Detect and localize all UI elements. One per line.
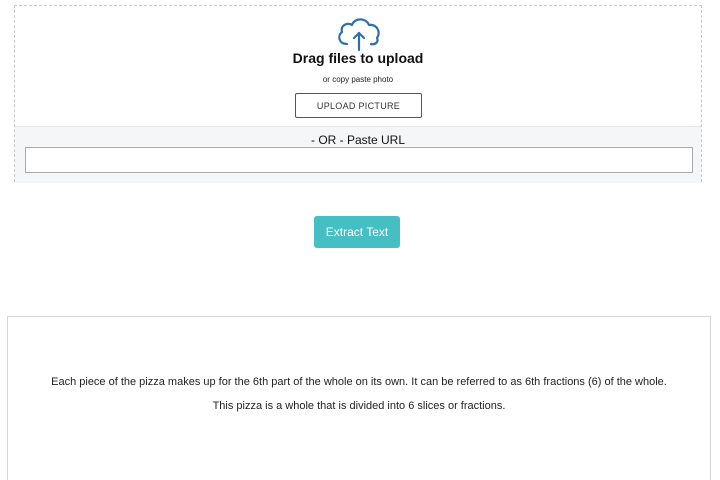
upload-dropzone[interactable]: Drag files to upload or copy paste photo… bbox=[14, 5, 702, 183]
paste-url-label: - OR - Paste URL bbox=[310, 133, 406, 147]
dropzone-subtitle: or copy paste photo bbox=[322, 75, 394, 84]
page: Drag files to upload or copy paste photo… bbox=[0, 0, 720, 480]
url-input[interactable] bbox=[25, 147, 693, 173]
cloud-upload-icon bbox=[338, 18, 380, 52]
dropzone-title: Drag files to upload bbox=[292, 50, 424, 66]
upload-picture-button[interactable]: UPLOAD PICTURE bbox=[295, 93, 422, 118]
result-text-line: Each piece of the pizza makes up for the… bbox=[51, 376, 667, 388]
result-output-box: Each piece of the pizza makes up for the… bbox=[7, 316, 711, 480]
paste-url-section: - OR - Paste URL bbox=[15, 126, 701, 183]
result-text-line: This pizza is a whole that is divided in… bbox=[212, 400, 506, 412]
extract-text-button[interactable]: Extract Text bbox=[314, 216, 400, 248]
